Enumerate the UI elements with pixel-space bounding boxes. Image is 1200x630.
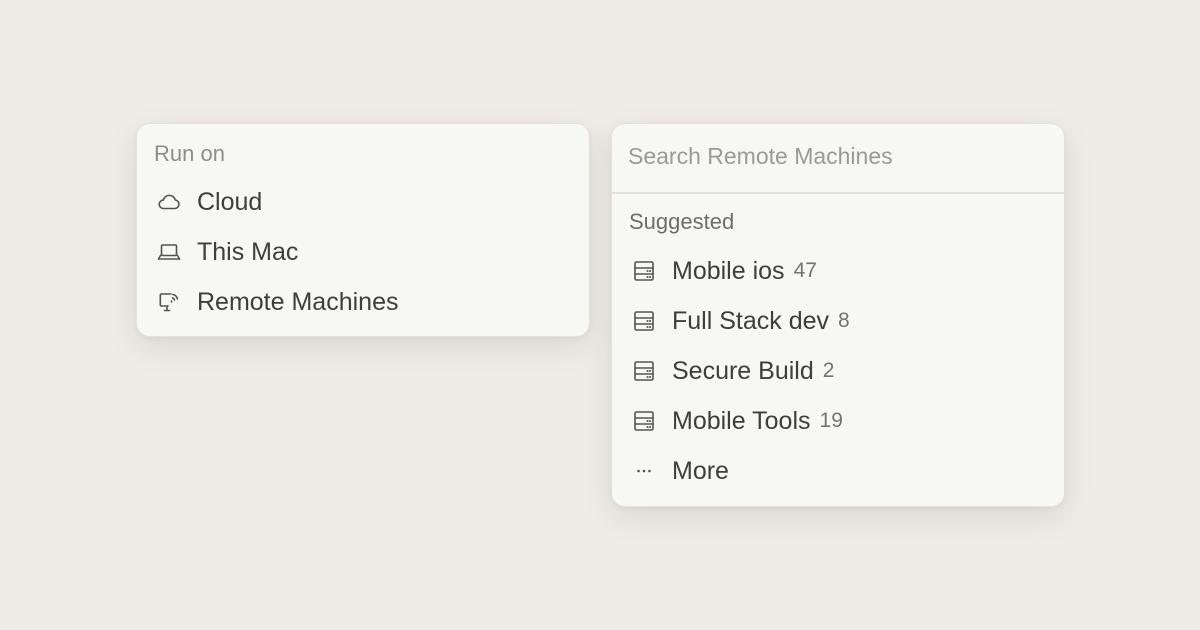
suggested-header: Suggested [629, 209, 735, 234]
search-input[interactable] [628, 136, 1048, 176]
server-icon [628, 405, 660, 437]
machine-count: 8 [838, 309, 850, 332]
server-icon [628, 355, 660, 387]
machine-count: 47 [793, 259, 817, 282]
machine-count: 19 [819, 409, 843, 432]
machine-name: Mobile Tools [672, 406, 811, 435]
run-on-item-label: Cloud [197, 187, 263, 216]
machine-item-mobile-ios[interactable]: Mobile ios 47 [628, 251, 1048, 291]
search-bar [612, 124, 1064, 194]
cloud-icon [153, 186, 185, 218]
machine-name: Secure Build [672, 356, 814, 385]
run-on-item-cloud[interactable]: Cloud [153, 182, 573, 222]
more-dots-icon [628, 455, 660, 487]
server-icon [628, 255, 660, 287]
machine-item-secure-build[interactable]: Secure Build 2 [628, 351, 1048, 391]
machine-count: 2 [822, 359, 835, 382]
more-button[interactable]: More [628, 451, 1048, 491]
run-on-menu: Run on Cloud This Mac Remote Machines [136, 123, 590, 337]
run-on-item-remote-machines[interactable]: Remote Machines [153, 282, 573, 322]
machine-item-full-stack-dev[interactable]: Full Stack dev 8 [628, 301, 1048, 341]
machine-name: Full Stack dev [672, 306, 830, 335]
remote-desktop-icon [153, 286, 185, 318]
server-icon [628, 305, 660, 337]
remote-machines-menu: Suggested Mobile ios 47 Full Stack dev 8… [611, 123, 1065, 507]
machine-item-mobile-tools[interactable]: Mobile Tools 19 [628, 401, 1048, 441]
run-on-item-label: This Mac [197, 237, 299, 266]
run-on-item-label: Remote Machines [197, 287, 399, 316]
run-on-header: Run on [154, 141, 225, 166]
machine-name: Mobile ios [672, 256, 785, 285]
run-on-item-this-mac[interactable]: This Mac [153, 232, 573, 272]
laptop-icon [153, 236, 185, 268]
more-label: More [672, 456, 729, 485]
